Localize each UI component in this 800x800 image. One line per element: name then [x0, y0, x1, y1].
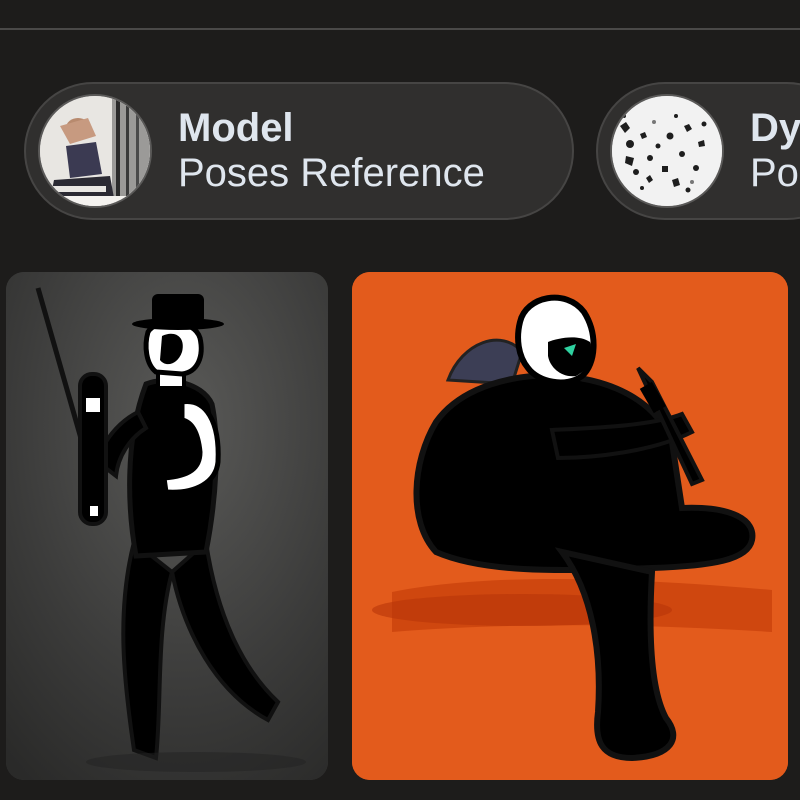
chip-title: Model: [178, 106, 294, 151]
model-photo-thumbnail-icon: [38, 94, 152, 208]
chip-subtitle: Po: [750, 151, 799, 195]
category-chip-dynamic[interactable]: Dy Po: [596, 82, 800, 220]
category-chip-model[interactable]: Model Poses Reference: [24, 82, 574, 220]
chip-title: Dy: [750, 106, 800, 151]
pose-card-standing[interactable]: [6, 272, 328, 780]
sitting-figure-orange-image-icon: [352, 272, 788, 780]
standing-figure-with-hat-image-icon: [6, 272, 328, 780]
pose-card-sitting[interactable]: [352, 272, 788, 780]
top-divider: [0, 28, 800, 30]
ink-splatter-thumbnail-icon: [610, 94, 724, 208]
chip-subtitle: Poses Reference: [178, 151, 485, 195]
page: Model Poses Reference Dy Po: [0, 0, 800, 800]
